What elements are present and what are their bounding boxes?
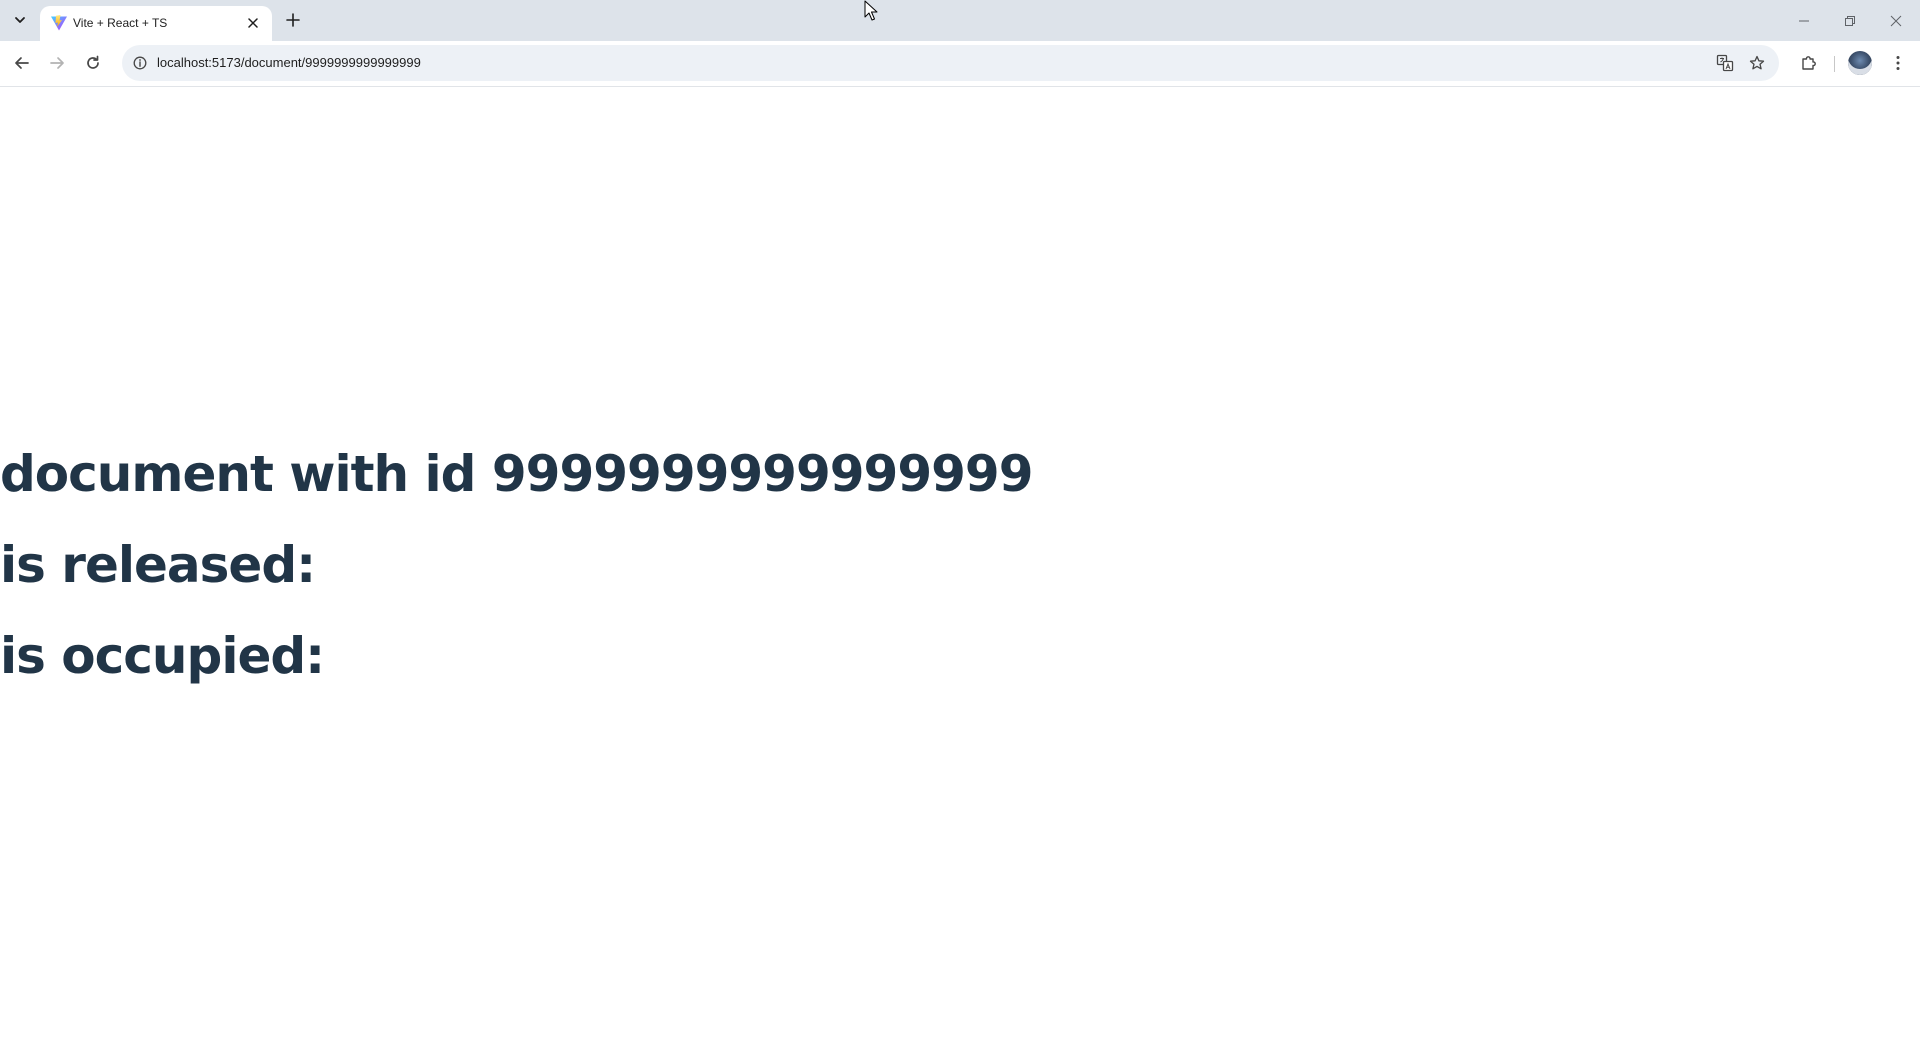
browser-toolbar: localhost:5173/document/9999999999999999	[0, 41, 1920, 87]
puzzle-icon	[1802, 56, 1816, 70]
close-window-button[interactable]	[1873, 0, 1919, 41]
translate-icon	[1716, 54, 1734, 72]
forward-button[interactable]	[42, 48, 72, 78]
restore-icon	[1845, 15, 1855, 26]
tab-close-button[interactable]	[244, 14, 262, 32]
url-text[interactable]: localhost:5173/document/9999999999999999	[157, 54, 421, 72]
chevron-down-icon	[15, 17, 25, 23]
page-content: document with id 9999999999999999 is rel…	[0, 87, 1920, 1040]
toolbar-separator	[1834, 56, 1835, 72]
info-icon	[133, 56, 147, 70]
translate-button[interactable]	[1713, 51, 1737, 75]
vite-logo-icon	[51, 15, 67, 31]
arrow-left-icon	[15, 57, 29, 69]
restore-button[interactable]	[1827, 0, 1873, 41]
avatar[interactable]	[1848, 51, 1872, 75]
plus-icon	[286, 13, 300, 27]
browser-menu-button[interactable]	[1883, 48, 1913, 78]
minimize-icon	[1799, 20, 1809, 21]
tab-search-button[interactable]	[8, 8, 32, 32]
mouse-cursor-icon	[864, 0, 878, 21]
star-icon	[1749, 55, 1765, 70]
tab-title: Vite + React + TS	[73, 16, 168, 30]
extensions-button[interactable]	[1794, 48, 1824, 78]
arrow-right-icon	[50, 57, 64, 69]
kebab-menu-icon	[1896, 56, 1900, 70]
address-bar[interactable]: localhost:5173/document/9999999999999999	[122, 45, 1779, 81]
back-button[interactable]	[7, 48, 37, 78]
is-released-heading: is released:	[0, 536, 316, 594]
reload-icon	[87, 55, 99, 69]
document-id-heading: document with id 9999999999999999	[0, 445, 1034, 503]
close-icon	[248, 18, 258, 28]
tab-strip: Vite + React + TS	[0, 0, 1920, 41]
browser-tab-active[interactable]: Vite + React + TS	[40, 6, 272, 41]
minimize-button[interactable]	[1781, 0, 1827, 41]
close-icon	[1890, 15, 1902, 26]
site-info-button[interactable]	[128, 51, 152, 75]
is-occupied-heading: is occupied:	[0, 627, 325, 685]
new-tab-button[interactable]	[281, 8, 305, 32]
reload-button[interactable]	[78, 48, 108, 78]
bookmark-button[interactable]	[1745, 51, 1769, 75]
